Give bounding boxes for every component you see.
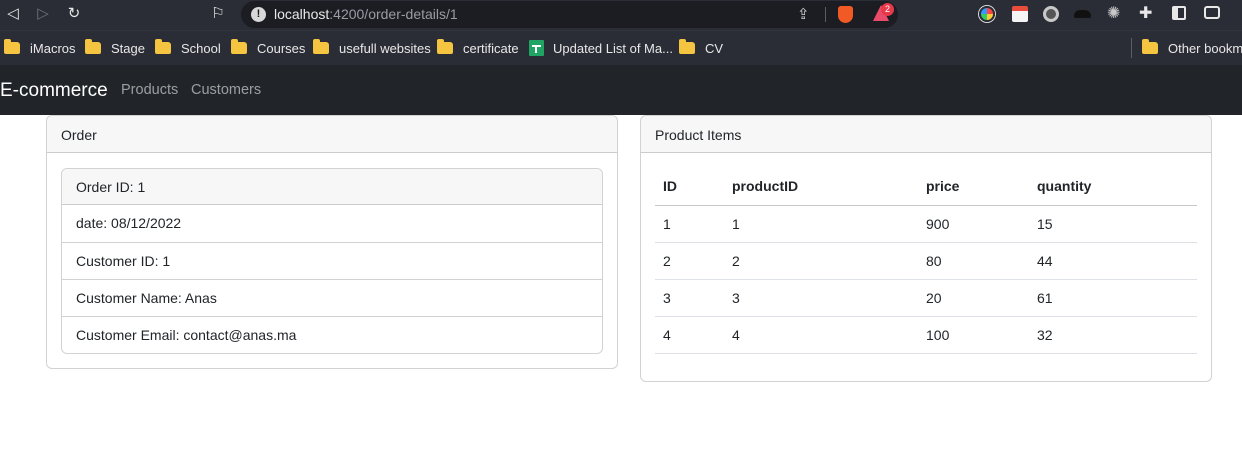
table-row: 2 2 80 44: [655, 242, 1197, 280]
extensions-puzzle-icon[interactable]: ✚: [1139, 6, 1155, 22]
other-bookmarks[interactable]: Other bookma: [1142, 39, 1242, 56]
cell-price: 100: [918, 316, 1029, 354]
nav-link-customers[interactable]: Customers: [191, 82, 261, 98]
bookmark-label: Other bookma: [1168, 40, 1242, 56]
cell-price: 80: [918, 242, 1029, 280]
cell-productid: 4: [724, 316, 918, 354]
customer-email: Customer Email: contact@anas.ma: [62, 316, 602, 353]
navbar-brand[interactable]: E-commerce: [0, 80, 108, 102]
app-navbar: E-commerce Products Customers: [0, 65, 1242, 115]
cell-quantity: 44: [1029, 242, 1197, 280]
folder-icon: [437, 39, 453, 54]
brave-shields-icon[interactable]: [838, 6, 853, 23]
bookmark-label: certificate: [463, 40, 519, 56]
sidebar-icon[interactable]: [1172, 6, 1186, 20]
share-icon[interactable]: ⇪: [797, 5, 810, 23]
folder-icon: [679, 39, 695, 54]
table-row: 1 1 900 15: [655, 205, 1197, 243]
browser-toolbar: ◁ ▷ ↻ ⚐ ! localhost:4200/order-details/1…: [0, 0, 1242, 30]
bookmark-label: Stage: [111, 40, 145, 56]
url-host: localhost: [274, 6, 330, 22]
product-items-card: Product Items ID productID price quantit…: [640, 115, 1212, 382]
folder-icon: [313, 39, 329, 54]
cell-id: 2: [655, 242, 724, 280]
column-header-quantity: quantity: [1029, 168, 1197, 206]
customer-name: Customer Name: Anas: [62, 279, 602, 316]
bookmark-certificate[interactable]: certificate: [437, 39, 519, 56]
order-card-header: Order: [47, 116, 617, 153]
bookmark-imacros[interactable]: iMacros: [4, 39, 76, 56]
wallet-icon[interactable]: [1204, 6, 1220, 19]
rewards-badge: 2: [881, 3, 894, 16]
cell-price: 20: [918, 279, 1029, 317]
cell-id: 4: [655, 316, 724, 354]
bookmark-stage[interactable]: Stage: [85, 39, 145, 56]
bookmark-label: Updated List of Ma...: [553, 40, 673, 56]
bookmark-label: CV: [705, 40, 724, 56]
cell-id: 1: [655, 205, 724, 243]
cell-price: 900: [918, 205, 1029, 243]
bookmark-label: School: [181, 40, 221, 56]
hat-extension-icon[interactable]: [1074, 10, 1091, 18]
order-id: Order ID: 1: [62, 169, 602, 205]
column-header-productid: productID: [724, 168, 918, 206]
folder-icon: [85, 39, 101, 54]
folder-icon: [1142, 39, 1158, 54]
color-extension-icon[interactable]: [979, 6, 995, 22]
product-items-header: Product Items: [641, 116, 1211, 153]
customer-id: Customer ID: 1: [62, 242, 602, 279]
bookmark-courses[interactable]: Courses: [231, 39, 306, 56]
nav-link-products[interactable]: Products: [121, 82, 178, 98]
cell-quantity: 32: [1029, 316, 1197, 354]
cell-id: 3: [655, 279, 724, 317]
table-row: 3 3 20 61: [655, 279, 1197, 317]
sheets-icon: [529, 40, 544, 56]
bookmark-cv[interactable]: CV: [679, 39, 724, 56]
address-bar[interactable]: ! localhost:4200/order-details/1 ⇪ 2: [241, 1, 898, 28]
bookmark-label: usefull websites: [339, 40, 431, 56]
bookmark-label: Courses: [257, 40, 306, 56]
react-devtools-icon[interactable]: ✺: [1107, 6, 1123, 22]
back-icon[interactable]: ◁: [2, 3, 24, 25]
folder-icon: [231, 39, 247, 54]
cell-productid: 1: [724, 205, 918, 243]
bookmark-updated-list[interactable]: Updated List of Ma...: [529, 40, 673, 56]
cell-productid: 2: [724, 242, 918, 280]
order-date: date: 08/12/2022: [76, 215, 182, 231]
column-header-id: ID: [655, 168, 724, 206]
column-header-price: price: [918, 168, 1029, 206]
bookmarks-bar: iMacros Stage School Courses usefull web…: [0, 30, 1242, 65]
divider: [825, 7, 826, 22]
notes-extension-icon[interactable]: [1012, 6, 1028, 22]
reload-icon[interactable]: ↻: [63, 3, 85, 25]
bookmark-label: iMacros: [30, 40, 76, 56]
cell-quantity: 15: [1029, 205, 1197, 243]
table-row: 4 4 100 32: [655, 316, 1197, 354]
url-path: :4200/order-details/1: [329, 6, 458, 22]
cell-productid: 3: [724, 279, 918, 317]
record-extension-icon[interactable]: [1043, 6, 1059, 22]
bookmark-icon[interactable]: ⚐: [207, 3, 229, 25]
bookmark-usefull-websites[interactable]: usefull websites: [313, 39, 431, 56]
order-card: Order Order ID: 1 date: 08/12/2022 Custo…: [46, 115, 618, 369]
bookmarks-divider: [1131, 38, 1132, 58]
order-details-list: Order ID: 1 date: 08/12/2022 Customer ID…: [61, 168, 603, 354]
site-info-icon[interactable]: !: [251, 7, 266, 22]
product-items-table: ID productID price quantity 1 1 900 15 2…: [655, 168, 1197, 354]
bookmark-school[interactable]: School: [155, 39, 221, 56]
cell-quantity: 61: [1029, 279, 1197, 317]
table-header-row: ID productID price quantity: [655, 168, 1197, 206]
folder-icon: [155, 39, 171, 54]
folder-icon: [4, 39, 20, 54]
url-text[interactable]: localhost:4200/order-details/1: [274, 6, 458, 22]
forward-icon[interactable]: ▷: [32, 3, 54, 25]
